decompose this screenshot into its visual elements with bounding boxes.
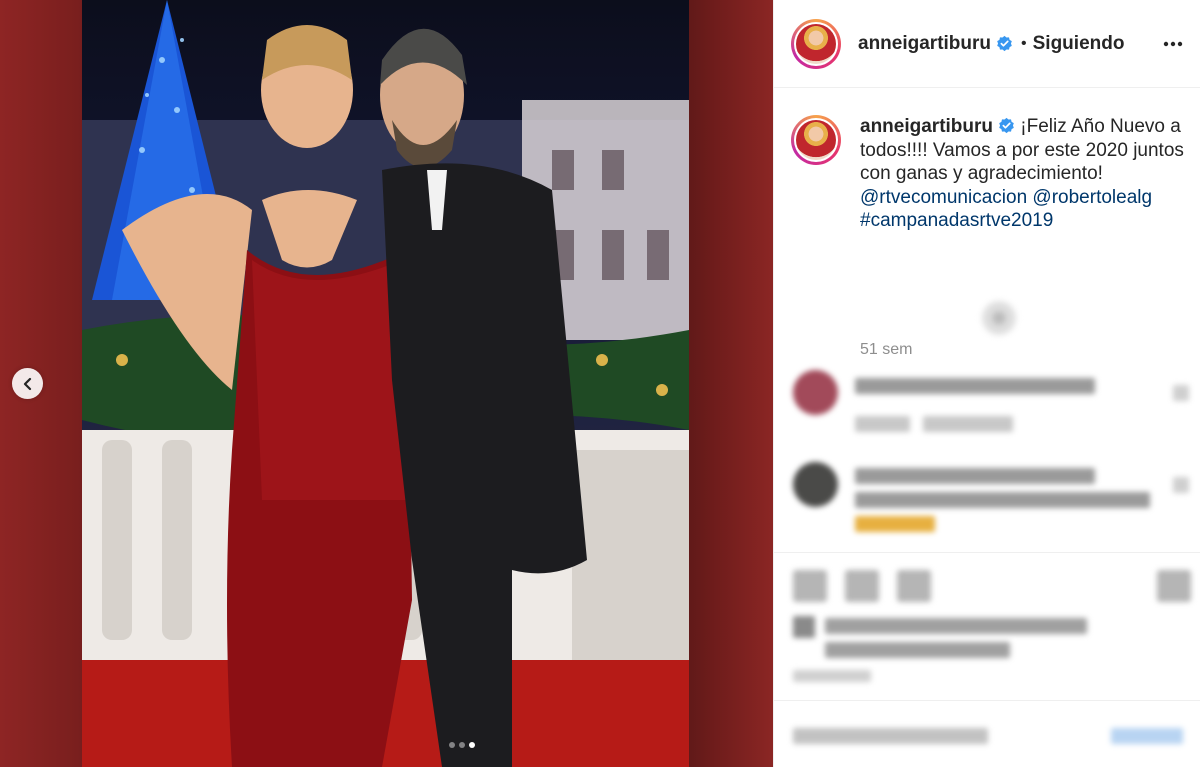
comment-avatar[interactable] <box>793 462 838 507</box>
likes-summary <box>793 612 1193 692</box>
hashtag-link[interactable]: #campanadasrtve2019 <box>860 210 1053 231</box>
header-separator: • <box>1021 34 1027 52</box>
verified-badge-icon <box>999 117 1014 134</box>
share-icon[interactable] <box>897 570 931 602</box>
action-bar <box>793 570 1193 604</box>
carousel-dot-3 <box>469 742 475 748</box>
post-photo[interactable] <box>82 0 689 767</box>
like-comment-icon[interactable] <box>1173 477 1189 493</box>
photo-illustration <box>82 0 689 767</box>
following-button[interactable]: Siguiendo <box>1033 33 1125 55</box>
caption-username[interactable]: anneigartiburu <box>860 116 993 137</box>
more-options-icon <box>1163 41 1183 47</box>
post-header: anneigartiburu • Siguiendo <box>774 0 1200 88</box>
heart-icon[interactable] <box>793 570 827 602</box>
post-timestamp[interactable]: 51 sem <box>860 341 912 359</box>
mention-rtvecomunicacion[interactable]: @rtvecomunicacion <box>860 187 1027 208</box>
more-options-button[interactable] <box>1162 34 1184 54</box>
comment-icon[interactable] <box>845 570 879 602</box>
publish-button[interactable] <box>1111 728 1183 744</box>
carousel-indicator <box>449 742 475 748</box>
comment-avatar[interactable] <box>793 370 838 415</box>
bookmark-icon[interactable] <box>1157 570 1191 602</box>
caption-block: anneigartiburu ¡Feliz Año Nuevo a todos!… <box>774 88 1200 358</box>
carousel-dot-2 <box>459 742 465 748</box>
divider <box>773 552 1200 553</box>
mention-robertolealg[interactable]: @robertolealg <box>1032 187 1152 208</box>
instagram-post-view: anneigartiburu • Siguiendo anneigartibur… <box>0 0 1200 767</box>
loading-spinner-icon <box>981 300 1017 336</box>
media-pane <box>0 0 773 767</box>
add-comment-row[interactable] <box>793 722 1193 752</box>
author-username[interactable]: anneigartiburu <box>858 33 991 55</box>
caption-text: anneigartiburu ¡Feliz Año Nuevo a todos!… <box>860 115 1184 233</box>
divider <box>773 700 1200 701</box>
chevron-left-icon <box>23 377 31 390</box>
comment-item-1 <box>793 370 1193 440</box>
caption-avatar[interactable] <box>791 115 841 165</box>
add-comment-input[interactable] <box>793 728 988 744</box>
previous-photo-button[interactable] <box>12 368 43 399</box>
verified-badge-icon <box>997 35 1012 52</box>
carousel-dot-1 <box>449 742 455 748</box>
author-avatar[interactable] <box>791 18 841 69</box>
comment-item-2 <box>793 462 1193 532</box>
like-comment-icon[interactable] <box>1173 385 1189 401</box>
